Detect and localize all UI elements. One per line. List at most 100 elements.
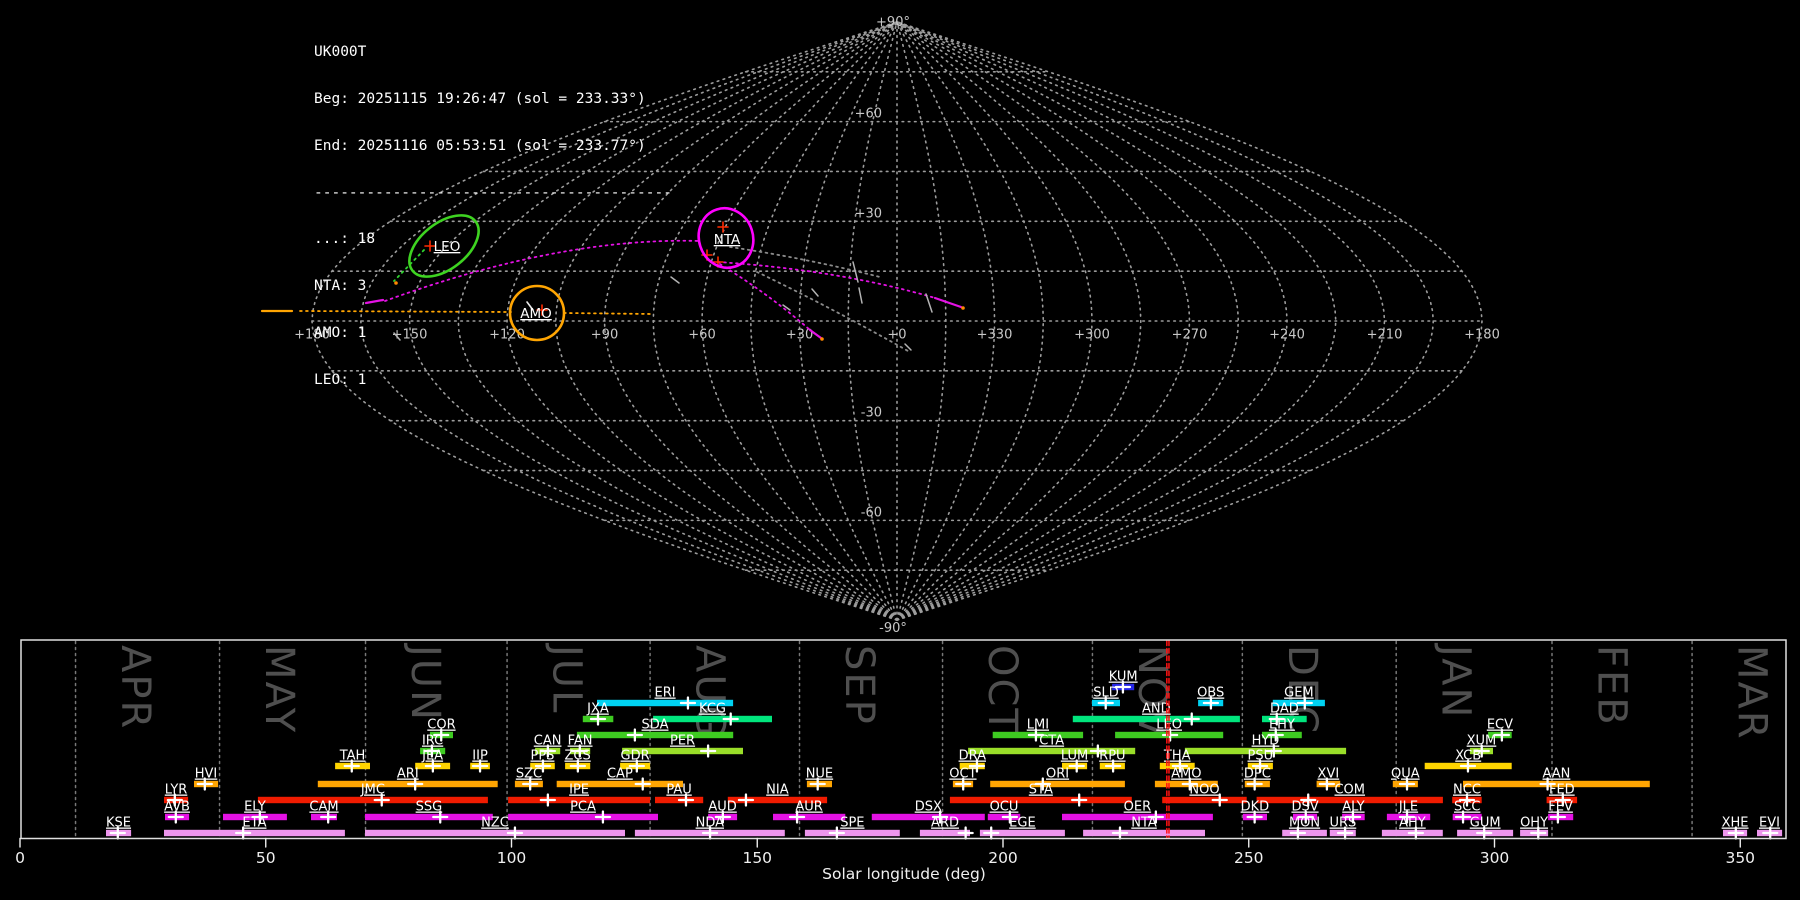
separator-line: ----------------------------------------… (314, 184, 672, 201)
x-axis-title: Solar longitude (deg) (822, 865, 986, 883)
observation-begin: Beg: 20251115 19:26:47 (sol = 233.33°) (314, 90, 646, 107)
longitude-label: +330 (977, 328, 1013, 343)
shower-label-KCG: KCG (699, 702, 726, 717)
shower-label-AUR: AUR (795, 800, 822, 815)
shower-label-ETA: ETA (242, 816, 266, 831)
count-nta: NTA: 3 (314, 278, 367, 295)
shower-label-NZC: NZC (481, 816, 509, 831)
month-label-MAR: MAR (1729, 645, 1775, 741)
longitude-label: +300 (1074, 328, 1110, 343)
shower-bar-PCA (508, 813, 658, 821)
shower-label-QUA: QUA (1391, 767, 1420, 782)
shower-label-ORI: ORI (1046, 767, 1069, 782)
activity-timeline: APR MAY JUN JUL AUG SEP OCT NOV DEC JAN FEB MARKUME… (15, 639, 1787, 867)
shower-label-LMI: LMI (1027, 718, 1049, 733)
shower-label-CTA: CTA (1039, 734, 1064, 749)
x-tick-label: 0 (15, 849, 25, 867)
shower-label-EGE: EGE (1009, 816, 1036, 831)
latitude-label: -30 (861, 406, 882, 421)
shower-label-IPE: IPE (569, 783, 589, 798)
meteor-track-magenta (717, 261, 936, 299)
observation-end: End: 20251116 05:53:51 (sol = 233.77°) (314, 137, 646, 154)
shower-label-NTA: NTA (1131, 816, 1157, 831)
month-label-FEB: FEB (1589, 645, 1635, 727)
shower-label-LYR: LYR (165, 783, 188, 798)
month-label-JUN: JUN (402, 642, 448, 722)
x-tick-label: 350 (1725, 849, 1755, 867)
shower-bar-KCG (653, 715, 772, 723)
latitude-label: +60 (855, 107, 882, 122)
x-tick-label: 150 (742, 849, 772, 867)
shower-bar-NTA (1083, 829, 1205, 837)
count-leo: LEO: 1 (314, 371, 367, 388)
latitude-label: -60 (861, 505, 882, 520)
shower-label-XVI: XVI (1318, 767, 1340, 782)
track-tip-dot (961, 306, 965, 310)
month-label-SEP: SEP (836, 645, 882, 726)
shower-label-DSX: DSX (915, 800, 942, 815)
track-tip-dot (820, 337, 824, 341)
shower-label-AHY: AHY (1399, 816, 1426, 831)
shower-label-ARD: ARD (931, 816, 959, 831)
shower-label-SCC: SCC (1454, 800, 1480, 815)
sporadic-streak (858, 287, 863, 304)
month-label-JUL: JUL (544, 642, 590, 714)
shower-label-HYD: HYD (1252, 734, 1280, 749)
shower-label-GDR: GDR (621, 749, 650, 764)
shower-label-OCU: OCU (990, 800, 1019, 815)
shower-label-DAD: DAD (1270, 702, 1299, 717)
longitude-label: +210 (1367, 328, 1403, 343)
x-tick-label: 250 (1234, 849, 1264, 867)
shower-label-NIA: NIA (766, 783, 789, 798)
shower-bar-SPE (804, 829, 900, 837)
latitude-label: +30 (855, 206, 882, 221)
longitude-label: +240 (1269, 328, 1305, 343)
shower-bar-ORI (990, 780, 1125, 788)
shower-label-DPC: DPC (1244, 767, 1271, 782)
longitude-label: +60 (688, 328, 715, 343)
shower-bar-ETA (164, 829, 345, 837)
shower-label-SZC: SZC (516, 767, 542, 782)
shower-label-AVB: AVB (164, 800, 190, 815)
shower-label-SPE: SPE (840, 816, 864, 831)
shower-label-GEM: GEM (1284, 686, 1314, 701)
shower-label-STA: STA (1029, 783, 1053, 798)
month-label-JAN: JAN (1433, 642, 1479, 719)
month-label-AUG: AUG (687, 645, 733, 739)
radiant-map-screenshot: { "header": { "station": "UK000T", "beg_… (0, 0, 1800, 900)
shower-label-NOO: NOO (1189, 783, 1219, 798)
meteor-track-magenta (719, 263, 811, 331)
x-tick-label: 50 (256, 849, 276, 867)
month-label-OCT: OCT (979, 645, 1025, 735)
longitude-label: +180 (1464, 328, 1500, 343)
shower-label-PER: PER (670, 734, 695, 749)
count-amo: AMO: 1 (314, 324, 367, 341)
longitude-label: +270 (1172, 328, 1208, 343)
pole-label-south: -90° (879, 621, 907, 636)
count-unidentified: ...: 18 (314, 231, 376, 248)
meteor-track-solid (933, 296, 963, 309)
shower-bar-JMC (257, 796, 488, 804)
shower-label-NUE: NUE (806, 767, 833, 782)
shower-label-OER: OER (1124, 800, 1151, 815)
shower-label-EHY: EHY (1269, 718, 1295, 733)
x-tick-label: 200 (988, 849, 1018, 867)
shower-bar-DSX (871, 813, 985, 821)
pole-label-north: +90° (876, 15, 910, 30)
observation-info-panel: UK000T Beg: 20251115 19:26:47 (sol = 233… (314, 14, 672, 404)
shower-label-PAU: PAU (666, 783, 691, 798)
shower-label-SSG: SSG (416, 800, 443, 815)
shower-bar-STA (949, 796, 1132, 804)
shower-label-SDA: SDA (642, 718, 669, 733)
shower-label-OHY: OHY (1520, 816, 1548, 831)
shower-label-COM: COM (1334, 783, 1365, 798)
shower-label-CAM: CAM (309, 800, 338, 815)
shower-label-FEV: FEV (1548, 800, 1573, 815)
x-tick-label: 100 (497, 849, 527, 867)
shower-bar-AUR (773, 813, 846, 821)
shower-label-ELY: ELY (244, 800, 266, 815)
shower-label-LUM: LUM (1061, 749, 1088, 764)
station-id: UK000T (314, 44, 367, 61)
month-label-APR: APR (112, 645, 158, 730)
shower-label-ECV: ECV (1487, 718, 1513, 733)
